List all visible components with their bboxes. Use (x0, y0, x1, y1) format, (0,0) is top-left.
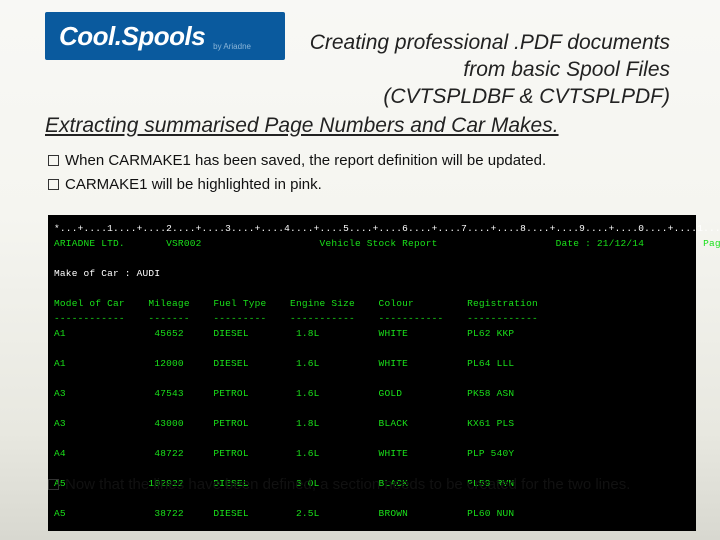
terminal-header: ARIADNE LTD. VSR002 Vehicle Stock Report… (54, 238, 720, 249)
heading-line-1: Creating professional .PDF documents (45, 30, 670, 57)
bullet-item: When CARMAKE1 has been saved, the report… (48, 150, 670, 171)
bullet-list-bottom: Now that the lines have been defined, a … (48, 475, 670, 495)
table-row: A4 48722 PETROL 1.6L WHITE PLP 540Y (54, 448, 514, 459)
table-row: A5 38722 DIESEL 2.5L BROWN PL60 NUN (54, 508, 514, 519)
bullet-list-top: When CARMAKE1 has been saved, the report… (48, 150, 670, 198)
terminal-make-row: Make of Car : AUDI (54, 268, 160, 279)
bullet-text: When CARMAKE1 has been saved, the report… (65, 152, 546, 169)
slide-heading: Creating professional .PDF documents fro… (45, 30, 670, 140)
bullet-icon (48, 479, 59, 490)
terminal-columns: Model of Car Mileage Fuel Type Engine Si… (54, 298, 538, 309)
table-row: A1 12000 DIESEL 1.6L WHITE PL64 LLL (54, 358, 514, 369)
bullet-item: CARMAKE1 will be highlighted in pink. (48, 174, 670, 195)
table-row: A1 45652 DIESEL 1.8L WHITE PL62 KKP (54, 328, 514, 339)
heading-subtitle: Extracting summarised Page Numbers and C… (45, 113, 670, 140)
table-row: A3 43000 PETROL 1.8L BLACK KX61 PLS (54, 418, 514, 429)
heading-line-2: from basic Spool Files (45, 57, 670, 84)
terminal-separator: ------------ ------- --------- ---------… (54, 313, 538, 324)
bullet-text: CARMAKE1 will be highlighted in pink. (65, 176, 322, 193)
heading-line-3: (CVTSPLDBF & CVTSPLPDF) (45, 84, 670, 111)
terminal-ruler: *...+....1....+....2....+....3....+....4… (54, 223, 720, 234)
bullet-icon (48, 179, 59, 190)
table-row: A3 47543 PETROL 1.6L GOLD PK58 ASN (54, 388, 514, 399)
bullet-icon (48, 155, 59, 166)
bullet-text: Now that the lines have been defined, a … (65, 476, 630, 493)
